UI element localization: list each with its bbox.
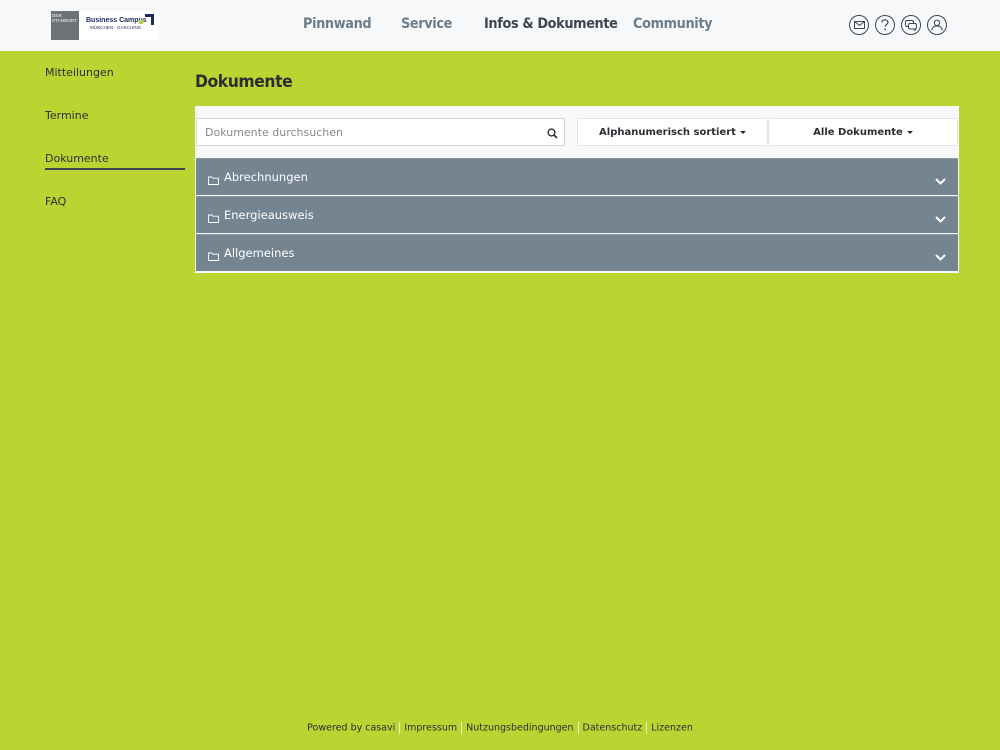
chevron-down-icon[interactable] <box>935 172 946 190</box>
footer-divider <box>461 722 463 734</box>
sidebar-item-faq[interactable]: FAQ <box>45 195 66 208</box>
folder-icon <box>208 248 219 266</box>
user-icon[interactable] <box>927 15 947 35</box>
folder-row-energieausweis[interactable]: Energieausweis <box>196 196 958 233</box>
filter-dropdown-label: Alle Dokumente <box>813 126 903 138</box>
footer-link-datenschutz[interactable]: Datenschutz <box>583 723 643 734</box>
caret-down-icon <box>906 130 913 134</box>
documents-panel: Alphanumerisch sortiert Alle Dokumente A… <box>195 106 959 273</box>
footer-link-casavi[interactable]: Powered by casavi <box>307 723 395 734</box>
chevron-down-icon[interactable] <box>935 248 946 266</box>
footer-divider <box>399 722 401 734</box>
top-header: DER STANDORT Business Campus MÜNCHEN · G… <box>0 0 1000 51</box>
folder-icon <box>208 210 219 228</box>
chat-icon[interactable] <box>901 15 921 35</box>
search-icon[interactable] <box>547 126 558 144</box>
footer-link-lizenzen[interactable]: Lizenzen <box>651 723 693 734</box>
folder-label: Abrechnungen <box>224 170 308 184</box>
search-input[interactable] <box>197 119 537 145</box>
footer-divider <box>646 722 648 734</box>
sort-dropdown[interactable]: Alphanumerisch sortiert <box>577 118 768 146</box>
filter-dropdown[interactable]: Alle Dokumente <box>768 118 958 146</box>
footer-link-impressum[interactable]: Impressum <box>404 723 457 734</box>
nav-infos-dokumente[interactable]: Infos & Dokumente <box>484 16 618 32</box>
footer: Powered by casavi Impressum Nutzungsbeding… <box>0 722 1000 734</box>
chevron-down-icon[interactable] <box>935 210 946 228</box>
folder-label: Energieausweis <box>224 208 314 222</box>
help-icon[interactable] <box>875 15 895 35</box>
folder-row-abrechnungen[interactable]: Abrechnungen <box>196 158 958 195</box>
nav-community[interactable]: Community <box>633 16 713 32</box>
sidebar-active-indicator <box>45 168 185 170</box>
nav-service[interactable]: Service <box>401 16 452 32</box>
mail-icon[interactable] <box>849 15 869 35</box>
sidebar-item-dokumente[interactable]: Dokumente <box>45 152 109 165</box>
footer-divider <box>577 722 579 734</box>
nav-pinnwand[interactable]: Pinnwand <box>303 16 372 32</box>
footer-link-nutzungsbedingungen[interactable]: Nutzungsbedingungen <box>466 723 573 734</box>
sidebar-item-termine[interactable]: Termine <box>45 109 88 122</box>
caret-down-icon <box>739 130 746 134</box>
folder-icon <box>208 172 219 190</box>
page-title: Dokumente <box>195 72 293 92</box>
folder-row-allgemeines[interactable]: Allgemeines <box>196 234 958 271</box>
search-box <box>196 118 565 146</box>
sidebar-item-mitteilungen[interactable]: Mitteilungen <box>45 66 114 79</box>
sort-dropdown-label: Alphanumerisch sortiert <box>599 126 736 138</box>
folder-label: Allgemeines <box>224 246 295 260</box>
